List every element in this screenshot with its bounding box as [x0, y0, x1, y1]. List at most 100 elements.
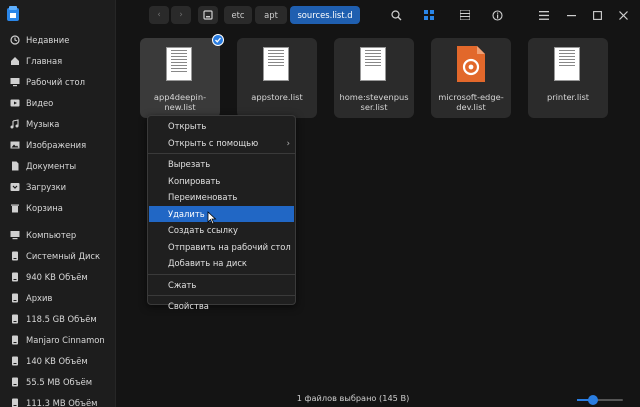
- mouse-cursor-icon: [207, 211, 217, 225]
- root-drive-button[interactable]: [198, 6, 218, 24]
- sidebar-item-label: Загрузки: [26, 181, 67, 192]
- context-menu-item[interactable]: Открыть: [148, 118, 295, 135]
- menu-separator: [148, 295, 295, 296]
- close-button[interactable]: [614, 6, 632, 24]
- icon-view-icon: [424, 10, 434, 20]
- pictures-icon: [9, 139, 21, 151]
- file-name: microsoft-edge-dev.list: [438, 92, 504, 112]
- file-item-home-stevenpusser[interactable]: home:stevenpus ser.list: [334, 38, 414, 118]
- sidebar-item-label: Компьютер: [26, 229, 77, 240]
- breadcrumb-sources-list-d[interactable]: sources.list.d: [290, 6, 360, 24]
- details-button[interactable]: [488, 6, 506, 24]
- sidebar-item[interactable]: Корзина: [0, 197, 116, 218]
- menu-separator: [148, 153, 295, 154]
- maximize-icon: [592, 10, 602, 20]
- context-menu: Открыть Открыть с помощью › Вырезать Копиров…: [147, 115, 296, 311]
- sidebar-item[interactable]: Главная: [0, 50, 116, 71]
- desktop-icon: [9, 76, 21, 88]
- sidebar-item[interactable]: 111.3 MB Объём: [0, 392, 116, 407]
- sidebar-item[interactable]: Загрузки: [0, 176, 116, 197]
- icon-view-button[interactable]: [420, 6, 438, 24]
- sidebar-item-label: Корзина: [26, 202, 63, 213]
- zoom-slider[interactable]: [577, 395, 623, 405]
- breadcrumb-etc[interactable]: etc: [224, 6, 252, 24]
- search-button[interactable]: [387, 6, 405, 24]
- back-button[interactable]: ‹: [149, 6, 169, 24]
- menu-item-label: Переименовать: [168, 192, 238, 203]
- context-menu-item[interactable]: Удалить: [149, 205, 294, 222]
- sidebar-item[interactable]: Рабочий стол: [0, 71, 116, 92]
- sidebar-item-label: Недавние: [26, 34, 70, 45]
- drive-icon: [9, 355, 21, 367]
- sidebar-item[interactable]: Недавние: [0, 29, 116, 50]
- menu-item-label: Вырезать: [168, 159, 211, 170]
- sidebar-item-label: Изображения: [26, 139, 87, 150]
- drive-icon: [9, 271, 21, 283]
- drive-icon: [9, 334, 21, 346]
- sidebar-item[interactable]: Видео: [0, 92, 116, 113]
- file-item-printer[interactable]: printer.list: [528, 38, 608, 118]
- sidebar-item[interactable]: Документы: [0, 155, 116, 176]
- close-icon: [618, 10, 628, 20]
- toolbar: ‹ › etc apt sources.list.d: [116, 0, 640, 30]
- music-icon: [9, 118, 21, 130]
- context-menu-item[interactable]: Переименовать: [148, 189, 295, 206]
- sidebar-item[interactable]: Изображения: [0, 134, 116, 155]
- sidebar-item[interactable]: Manjaro Cinnamon: [0, 329, 116, 350]
- file-name: printer.list: [546, 92, 590, 102]
- context-menu-item[interactable]: Вырезать: [148, 156, 295, 173]
- file-item-microsoft-edge-dev[interactable]: microsoft-edge-dev.list: [431, 38, 511, 118]
- sidebar-item[interactable]: Системный Диск: [0, 245, 116, 266]
- context-menu-item[interactable]: Сжать: [148, 277, 295, 294]
- sidebar-item-label: 55.5 MB Объём: [26, 376, 93, 387]
- sidebar-item-label: Главная: [26, 55, 63, 66]
- drive-icon: [9, 250, 21, 262]
- sidebar-item[interactable]: 140 KB Объём: [0, 350, 116, 371]
- context-menu-item[interactable]: Добавить на диск: [148, 255, 295, 272]
- details-icon: [491, 9, 503, 21]
- sidebar-item-label: Архив: [26, 292, 53, 303]
- context-menu-item[interactable]: Создать ссылку: [148, 222, 295, 239]
- sidebar-item[interactable]: 940 KB Объём: [0, 266, 116, 287]
- forward-button[interactable]: ›: [171, 6, 191, 24]
- file-name: home:stevenpus ser.list: [339, 92, 409, 112]
- file-item-appstore[interactable]: appstore.list: [237, 38, 317, 118]
- menu-item-label: Открыть с помощью: [168, 137, 259, 148]
- menu-item-label: Сжать: [168, 279, 197, 290]
- drive-icon: [9, 292, 21, 304]
- file-manager-icon[interactable]: [6, 6, 20, 22]
- context-menu-item[interactable]: Отправить на рабочий стол: [148, 239, 295, 256]
- drive-icon: [9, 376, 21, 388]
- main-menu-button[interactable]: [535, 6, 553, 24]
- sidebar-item-label: 111.3 MB Объём: [26, 397, 98, 407]
- microsoft-package-icon: [457, 46, 485, 82]
- list-view-icon: [460, 10, 470, 20]
- file-item-app4deepin[interactable]: app4deepin-new.list: [140, 34, 224, 118]
- selected-check-icon: [212, 34, 224, 46]
- text-file-icon: [554, 47, 580, 81]
- drive-icon: [9, 397, 21, 407]
- text-file-icon: [263, 47, 289, 81]
- sidebar-item[interactable]: 118.5 GB Объём: [0, 308, 116, 329]
- file-name: app4deepin-new.list: [153, 92, 207, 112]
- sidebar-item-label: 940 KB Объём: [26, 271, 88, 282]
- list-view-button[interactable]: [456, 6, 474, 24]
- context-menu-item[interactable]: Свойства: [148, 298, 295, 315]
- sidebar-item[interactable]: 55.5 MB Объём: [0, 371, 116, 392]
- minimize-button[interactable]: [562, 6, 580, 24]
- status-bar: 1 файлов выбрано (145 B): [116, 391, 640, 407]
- breadcrumb-apt[interactable]: apt: [255, 6, 287, 24]
- sidebar-item[interactable]: Музыка: [0, 113, 116, 134]
- maximize-button[interactable]: [588, 6, 606, 24]
- context-menu-item[interactable]: Открыть с помощью ›: [148, 135, 295, 152]
- sidebar-item[interactable]: Компьютер: [0, 224, 116, 245]
- sidebar-item-label: Видео: [26, 97, 54, 108]
- sidebar-list: Недавние Главная Рабочий стол Видео Музыка Из…: [0, 29, 116, 407]
- context-menu-item[interactable]: Копировать: [148, 173, 295, 190]
- menu-separator: [148, 273, 295, 275]
- sidebar-item-label: Системный Диск: [26, 250, 101, 261]
- sidebar-item[interactable]: Архив: [0, 287, 116, 308]
- zoom-slider-handle[interactable]: [588, 395, 599, 405]
- menu-item-label: Отправить на рабочий стол: [168, 241, 291, 252]
- minimize-icon: [566, 14, 576, 16]
